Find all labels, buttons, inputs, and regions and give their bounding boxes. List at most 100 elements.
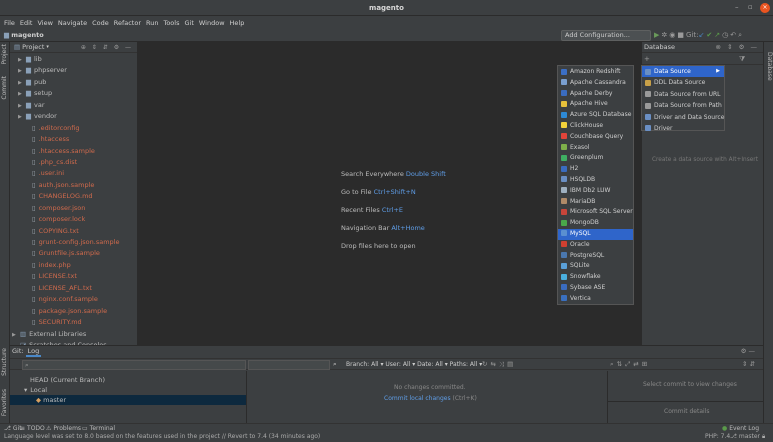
tab-database[interactable]: Database bbox=[766, 52, 773, 81]
menu-item-driver[interactable]: Driver bbox=[642, 123, 724, 134]
project-view-dropdown[interactable]: Project bbox=[22, 43, 44, 51]
hide-icon[interactable]: — bbox=[749, 347, 756, 355]
tree-item[interactable]: ▶ ▆ lib bbox=[10, 54, 137, 65]
datasource-item-couchbase-query[interactable]: Couchbase Query bbox=[558, 132, 633, 143]
menu-help[interactable]: Help bbox=[230, 19, 245, 27]
tree-item[interactable]: ▯ .htaccess.sample bbox=[10, 146, 137, 157]
menu-run[interactable]: Run bbox=[146, 19, 158, 27]
collapse-icon[interactable]: ⇕ bbox=[92, 44, 99, 51]
hide-icon[interactable]: — bbox=[125, 44, 133, 51]
tree-item[interactable]: ▯ LICENSE.txt bbox=[10, 271, 137, 282]
git-push-icon[interactable]: ↗ bbox=[714, 31, 722, 39]
branch-item[interactable]: HEAD (Current Branch) bbox=[10, 375, 246, 385]
history-icon[interactable]: ◷ bbox=[722, 31, 730, 39]
gear-icon[interactable]: ⚙ bbox=[114, 44, 121, 51]
menu-item-data-source-from-url[interactable]: Data Source from URL bbox=[642, 89, 724, 100]
tab-commit[interactable]: Commit bbox=[1, 76, 8, 100]
tree-item[interactable]: ▯ .user.ini bbox=[10, 168, 137, 179]
datasource-item-oracle[interactable]: Oracle bbox=[558, 240, 633, 251]
tree-item[interactable]: ▶ ▆ setup bbox=[10, 88, 137, 99]
close-button[interactable]: × bbox=[760, 3, 770, 13]
project-breadcrumb[interactable]: ▆ magento bbox=[4, 31, 44, 39]
add-icon[interactable]: + bbox=[644, 55, 650, 63]
tree-item[interactable]: ▶ ▆ phpserver bbox=[10, 65, 137, 76]
branch-item[interactable]: ▾ Local bbox=[10, 385, 246, 395]
stop-icon[interactable]: ■ bbox=[677, 31, 686, 39]
chevron-right-icon[interactable]: ▶ bbox=[18, 101, 26, 111]
menu-item-ddl-data-source[interactable]: DDL Data Source bbox=[642, 77, 724, 88]
menu-view[interactable]: View bbox=[37, 19, 52, 27]
expand-all-icon[interactable]: ⇵ bbox=[750, 360, 755, 368]
datasource-item-apache-derby[interactable]: Apache Derby bbox=[558, 89, 633, 100]
menu-git[interactable]: Git bbox=[184, 19, 193, 27]
menu-tools[interactable]: Tools bbox=[163, 19, 179, 27]
minimize-button[interactable]: – bbox=[735, 3, 739, 11]
log-filters[interactable]: Branch: All ▾ User: All ▾ Date: All ▾ Pa… bbox=[346, 361, 482, 368]
tab-project[interactable]: Project bbox=[1, 44, 8, 65]
expand-icon[interactable]: ⇵ bbox=[103, 44, 110, 51]
datasource-item-sqlite[interactable]: SQLite bbox=[558, 261, 633, 272]
datasource-item-amazon-redshift[interactable]: Amazon Redshift bbox=[558, 67, 633, 78]
lock-icon[interactable]: 🔒︎ bbox=[762, 432, 765, 442]
datasource-item-azure-sql-database[interactable]: Azure SQL Database bbox=[558, 110, 633, 121]
php-level[interactable]: PHP: 7.4 bbox=[705, 432, 730, 442]
chevron-right-icon[interactable]: ▶ bbox=[18, 78, 26, 88]
menu-code[interactable]: Code bbox=[92, 19, 109, 27]
rollback-icon[interactable]: ↶ bbox=[730, 31, 738, 39]
datasource-item-greenplum[interactable]: Greenplum bbox=[558, 153, 633, 164]
tree-item[interactable]: ▯ SECURITY.md bbox=[10, 317, 137, 328]
tree-item[interactable]: ▯ .php_cs.dist bbox=[10, 157, 137, 168]
menu-file[interactable]: File bbox=[4, 19, 15, 27]
tab-structure[interactable]: Structure bbox=[1, 348, 8, 376]
tree-item[interactable]: ▯ composer.lock bbox=[10, 214, 137, 225]
datasource-item-exasol[interactable]: Exasol bbox=[558, 143, 633, 154]
status-message[interactable]: Language level was set to 8.0 based on t… bbox=[4, 432, 320, 442]
tree-item[interactable]: ▯ LICENSE_AFL.txt bbox=[10, 283, 137, 294]
datasource-item-hsqldb[interactable]: HSQLDB bbox=[558, 175, 633, 186]
chevron-down-icon[interactable]: ▾ bbox=[24, 386, 27, 394]
branch-item[interactable]: ◆ master bbox=[10, 395, 246, 405]
datasource-item-mongodb[interactable]: MongoDB bbox=[558, 218, 633, 229]
group-icon[interactable]: ⊞ bbox=[642, 360, 650, 368]
gear-icon[interactable]: ⚙ bbox=[739, 43, 747, 51]
cherry-pick-icon[interactable]: ⇆ bbox=[490, 360, 498, 368]
chevron-right-icon[interactable]: ▶ bbox=[18, 89, 26, 99]
log-search-input[interactable] bbox=[248, 360, 330, 370]
collapse-icon[interactable]: ⇕ bbox=[742, 360, 747, 368]
sort-icon[interactable]: ⇅ bbox=[617, 360, 625, 368]
datasource-item-h2[interactable]: H2 bbox=[558, 164, 633, 175]
tree-item[interactable]: ▯ index.php bbox=[10, 260, 137, 271]
tree-item[interactable]: ▶ ▆ vendor bbox=[10, 111, 137, 122]
commit-local-changes-link[interactable]: Commit local changes (Ctrl+K) bbox=[384, 395, 477, 402]
menu-item-data-source[interactable]: Data Source ▶ bbox=[642, 66, 724, 78]
chevron-right-icon[interactable]: ▶ bbox=[18, 66, 26, 76]
tree-item[interactable]: ▯ Gruntfile.js.sample bbox=[10, 248, 137, 259]
datasource-item-ibm-db2-luw[interactable]: IBM Db2 LUW bbox=[558, 186, 633, 197]
graph-options-icon[interactable]: ▤ bbox=[507, 360, 516, 368]
menu-window[interactable]: Window bbox=[199, 19, 225, 27]
tab-log[interactable]: Log bbox=[25, 347, 42, 357]
datasource-item-sybase-ase[interactable]: Sybase ASE bbox=[558, 283, 633, 294]
filter-icon[interactable]: ⧩ bbox=[739, 53, 745, 65]
chevron-right-icon[interactable]: ▶ bbox=[18, 112, 26, 122]
tab-favorites[interactable]: Favorites bbox=[1, 389, 8, 416]
menu-refactor[interactable]: Refactor bbox=[114, 19, 141, 27]
git-branch-status[interactable]: ⎇ master bbox=[730, 432, 760, 442]
collapse-icon[interactable]: ⇕ bbox=[727, 43, 734, 51]
run-configuration-dropdown[interactable]: Add Configuration... bbox=[561, 30, 651, 41]
datasource-item-clickhouse[interactable]: ClickHouse bbox=[558, 121, 633, 132]
tree-item[interactable]: ▯ grunt-config.json.sample bbox=[10, 237, 137, 248]
tree-item[interactable]: ▯ composer.json bbox=[10, 203, 137, 214]
chevron-down-icon[interactable]: ▾ bbox=[46, 44, 49, 50]
tree-item[interactable]: ▯ package.json.sample bbox=[10, 306, 137, 317]
tree-item[interactable]: ▶ ▥ External Libraries bbox=[10, 329, 137, 340]
chevron-right-icon[interactable]: ▶ bbox=[18, 55, 26, 65]
menu-item-data-source-from-path[interactable]: Data Source from Path bbox=[642, 100, 724, 111]
menu-item-driver-and-data-source[interactable]: Driver and Data Source bbox=[642, 112, 724, 123]
tree-item[interactable]: ▶ ▆ pub bbox=[10, 77, 137, 88]
tree-item[interactable]: ▯ auth.json.sample bbox=[10, 180, 137, 191]
maximize-button[interactable]: ▫ bbox=[748, 3, 753, 11]
datasource-item-apache-hive[interactable]: Apache Hive bbox=[558, 99, 633, 110]
diff-icon[interactable]: ⇄ bbox=[633, 360, 641, 368]
tree-item[interactable]: ▯ CHANGELOG.md bbox=[10, 191, 137, 202]
